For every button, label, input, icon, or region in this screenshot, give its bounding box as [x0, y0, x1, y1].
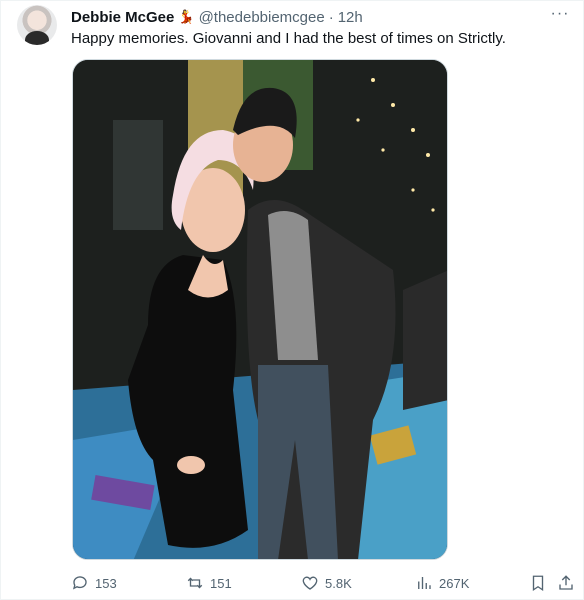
- like-count: 5.8K: [325, 575, 352, 591]
- tweet-text: Happy memories. Giovanni and I had the b…: [71, 30, 506, 47]
- like-icon: [302, 576, 318, 590]
- tweet-timestamp[interactable]: 12h: [338, 9, 363, 26]
- tweet-header: Debbie McGee 💃 @thedebbiemcgee · 12h: [71, 8, 363, 26]
- author-handle[interactable]: @thedebbiemcgee: [199, 9, 325, 26]
- more-options-icon[interactable]: ···: [549, 5, 571, 23]
- bookmark-icon: [532, 575, 544, 592]
- profile-avatar[interactable]: [17, 5, 57, 45]
- reply-count: 153: [95, 575, 117, 591]
- retweet-icon: [187, 577, 203, 589]
- retweet-count: 151: [210, 575, 232, 591]
- views-count: 267K: [439, 575, 470, 591]
- share-button[interactable]: [557, 573, 575, 593]
- tweet-actions: 153 151 5.8K 267K: [71, 573, 575, 593]
- share-icon: [559, 575, 573, 590]
- reply-button[interactable]: 153: [71, 573, 117, 593]
- author-name[interactable]: Debbie McGee: [71, 9, 174, 26]
- photo-illustration: [73, 60, 447, 559]
- tweet-card[interactable]: Debbie McGee 💃 @thedebbiemcgee · 12h ···…: [0, 0, 584, 600]
- tweet-photo[interactable]: [72, 59, 448, 560]
- separator-dot: ·: [328, 8, 334, 26]
- views-button[interactable]: 267K: [415, 573, 469, 593]
- reply-icon: [72, 576, 87, 590]
- bookmark-button[interactable]: [529, 573, 547, 593]
- retweet-button[interactable]: 151: [186, 573, 232, 593]
- views-icon: [418, 577, 431, 589]
- dancer-emoji-icon: 💃: [178, 9, 195, 24]
- like-button[interactable]: 5.8K: [301, 573, 352, 593]
